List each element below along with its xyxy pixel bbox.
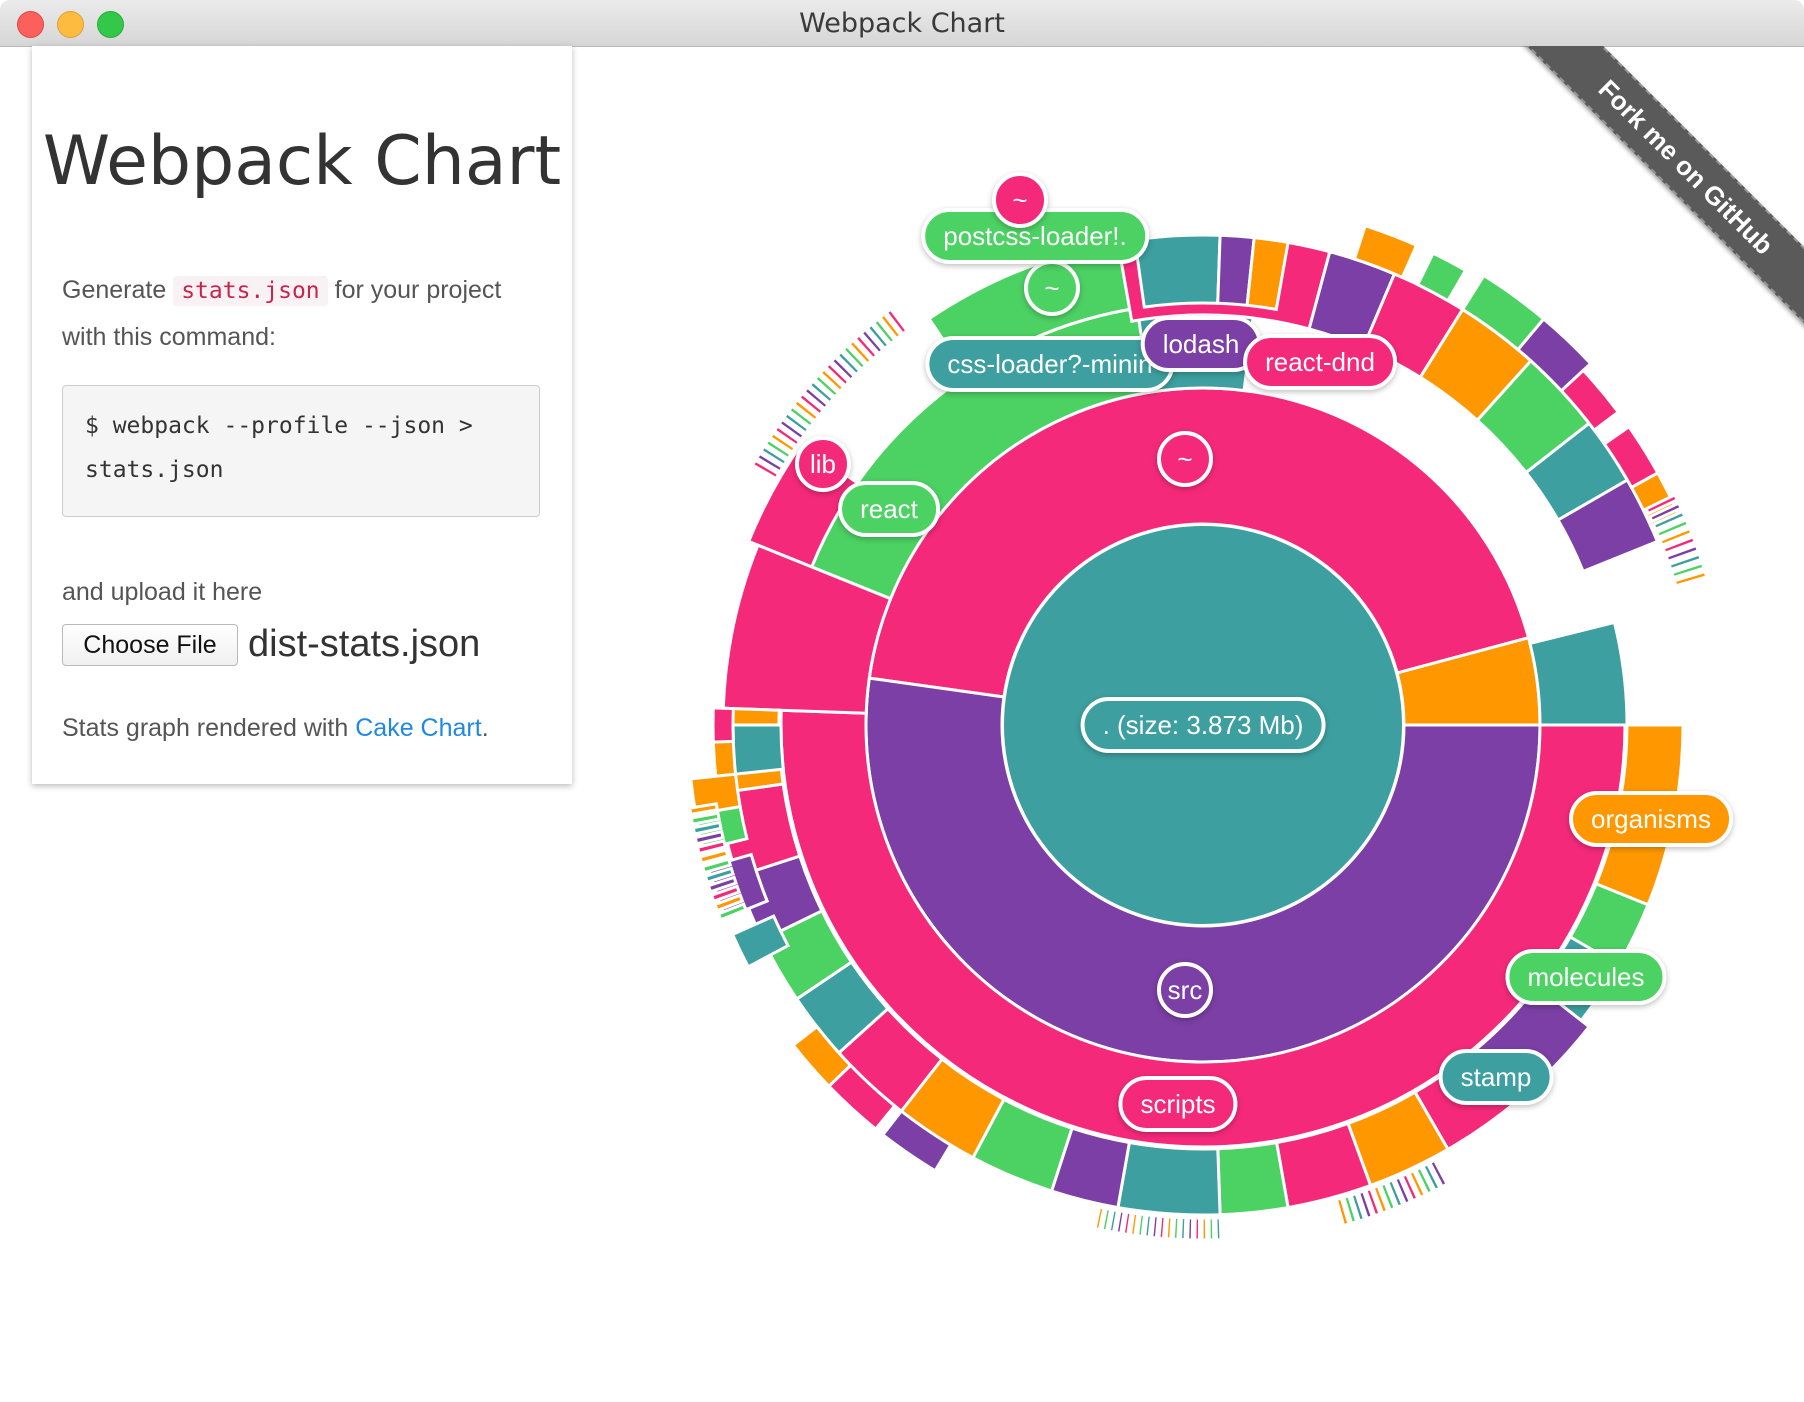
chart-sliver[interactable]	[1157, 1214, 1167, 1241]
chart-sliver[interactable]	[1150, 1213, 1160, 1240]
command-code-block: $ webpack --profile --json > stats.json	[62, 385, 540, 517]
chart-label[interactable]: organisms	[1569, 791, 1733, 847]
info-panel: Webpack Chart Generate stats.json for yo…	[32, 46, 572, 784]
github-ribbon: Fork me on GitHub	[1504, 46, 1804, 346]
chart-label[interactable]: css-loader?-minin	[925, 336, 1175, 392]
chart-label[interactable]: react	[838, 481, 940, 537]
credit-text-after: .	[481, 714, 489, 742]
chart-sliver[interactable]	[1193, 1216, 1202, 1242]
chart-label[interactable]: src	[1157, 962, 1213, 1018]
chart-label[interactable]: ~	[1024, 260, 1080, 316]
app-window: Webpack Chart . (size: 3.873 Mb) ~ src scri…	[0, 0, 1804, 1402]
chart-label[interactable]: ~	[992, 172, 1048, 228]
chart-label[interactable]: molecules	[1505, 949, 1667, 1005]
chart-sliver[interactable]	[1200, 1216, 1209, 1242]
chart-sliver[interactable]	[1164, 1215, 1174, 1241]
chart-sliver[interactable]	[1186, 1216, 1195, 1242]
intro-text: Generate stats.json for your project wit…	[62, 267, 542, 360]
selected-file-name: dist-stats.json	[248, 623, 481, 665]
chart-sliver[interactable]	[1171, 1215, 1181, 1241]
chart-label[interactable]: scripts	[1118, 1076, 1238, 1132]
fork-me-on-github-link[interactable]: Fork me on GitHub	[1524, 46, 1804, 329]
chart-label[interactable]: stamp	[1438, 1049, 1554, 1105]
title-bar: Webpack Chart	[0, 0, 1804, 47]
chart-segment[interactable]	[1528, 620, 1629, 727]
chart-sliver[interactable]	[1178, 1215, 1188, 1242]
chart-segment[interactable]	[731, 723, 785, 776]
intro-text-before: Generate	[62, 276, 174, 304]
chart-label[interactable]: lib	[795, 436, 851, 492]
stats-json-code: stats.json	[173, 276, 328, 306]
chart-sliver[interactable]	[1207, 1216, 1216, 1242]
upload-text: and upload it here	[62, 578, 263, 606]
chart-sliver[interactable]	[1143, 1213, 1154, 1239]
chart-label[interactable]: . (size: 3.873 Mb)	[1080, 697, 1326, 753]
chart-sliver[interactable]	[1214, 1216, 1223, 1242]
chart-segment[interactable]	[1133, 233, 1222, 309]
cake-chart-link[interactable]: Cake Chart	[355, 714, 481, 742]
credit-text: Stats graph rendered with Cake Chart.	[62, 705, 542, 751]
chart-segment[interactable]	[1216, 1140, 1290, 1217]
page-heading: Webpack Chart	[42, 122, 562, 201]
window-title: Webpack Chart	[799, 8, 1005, 39]
choose-file-button[interactable]: Choose File	[62, 624, 238, 666]
credit-text-before: Stats graph rendered with	[62, 714, 356, 742]
chart-segment[interactable]	[1116, 1140, 1222, 1217]
chart-label[interactable]: ~	[1157, 431, 1213, 487]
chart-label[interactable]: react-dnd	[1243, 334, 1397, 390]
chart-segment[interactable]	[711, 706, 735, 744]
